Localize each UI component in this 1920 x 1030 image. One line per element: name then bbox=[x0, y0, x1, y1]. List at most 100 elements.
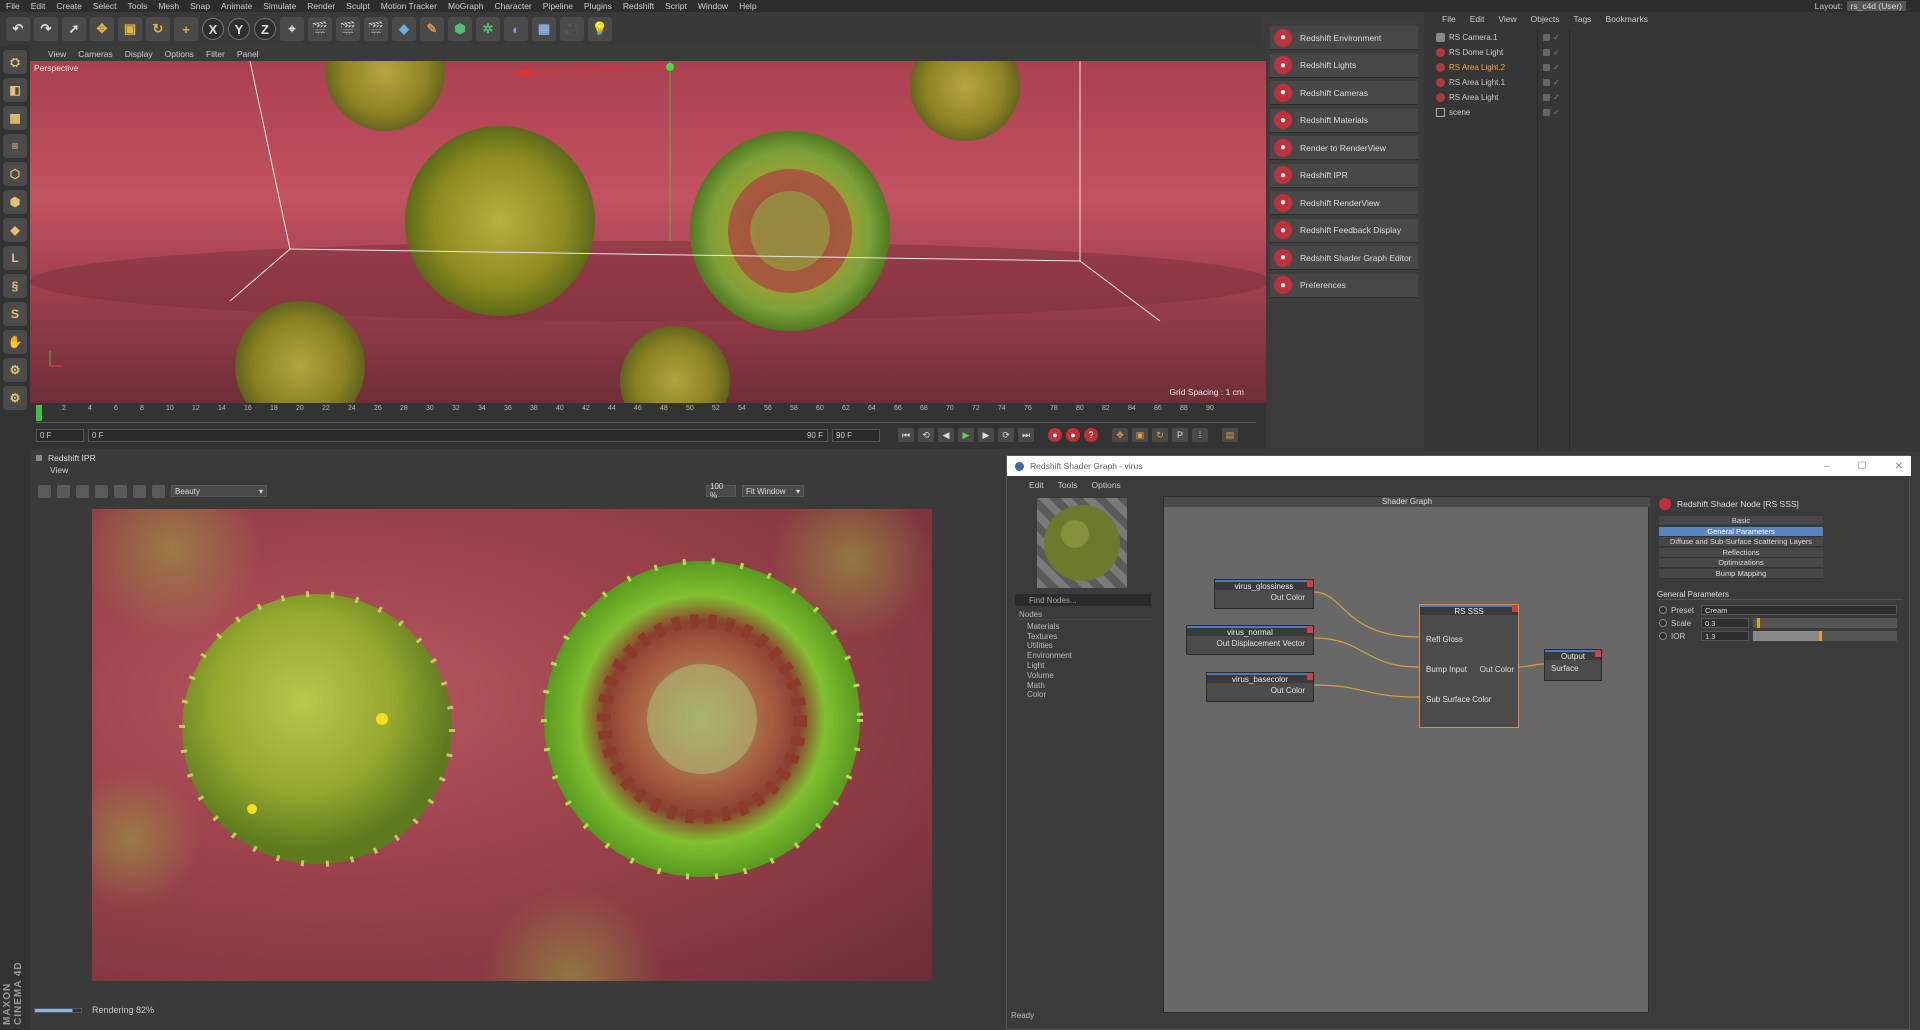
key-scale-icon[interactable]: ▣ bbox=[1132, 428, 1148, 442]
z-axis-icon[interactable]: Z bbox=[254, 18, 276, 40]
camera-icon[interactable]: 🎥 bbox=[560, 17, 584, 41]
tweak-mode-icon[interactable]: § bbox=[3, 274, 27, 298]
object-row[interactable]: RS Area Light bbox=[1428, 90, 1537, 105]
node-category-materials[interactable]: Materials bbox=[1015, 622, 1151, 632]
visibility-icon[interactable] bbox=[1543, 94, 1550, 101]
keyframe-selection-icon[interactable]: ? bbox=[1084, 428, 1098, 442]
menu-script[interactable]: Script bbox=[665, 1, 687, 11]
key-parameter-icon[interactable]: P bbox=[1172, 428, 1188, 442]
snapshot-icon[interactable] bbox=[95, 484, 108, 498]
enabled-check-icon[interactable]: ✓ bbox=[1553, 93, 1560, 102]
scale-radio[interactable] bbox=[1659, 619, 1667, 627]
redshift-menu-item[interactable]: ● Redshift Lights bbox=[1270, 53, 1418, 78]
menu-window[interactable]: Window bbox=[698, 1, 728, 11]
menu-edit[interactable]: Edit bbox=[31, 1, 46, 11]
key-position-icon[interactable]: ✥ bbox=[1112, 428, 1128, 442]
menu-help[interactable]: Help bbox=[739, 1, 756, 11]
subdivision-icon[interactable]: ⬢ bbox=[448, 17, 472, 41]
ior-field[interactable]: 1.3 bbox=[1701, 631, 1749, 641]
redo-icon[interactable]: ↷ bbox=[34, 17, 58, 41]
sculpt-icon[interactable]: ✋ bbox=[3, 330, 27, 354]
playhead[interactable] bbox=[36, 405, 42, 421]
node-category-environment[interactable]: Environment bbox=[1015, 651, 1151, 661]
viewport-menu-cameras[interactable]: Cameras bbox=[78, 49, 112, 59]
port-out-displacement[interactable]: Out Displacement Vector bbox=[1217, 639, 1305, 648]
visibility-icon[interactable] bbox=[1543, 49, 1550, 56]
find-nodes-input[interactable]: Find Nodes... bbox=[1015, 594, 1151, 606]
enabled-check-icon[interactable]: ✓ bbox=[1553, 108, 1560, 117]
record-icon[interactable]: ● bbox=[1048, 428, 1062, 442]
shader-graph-canvas[interactable]: Shader Graph virus_glossiness Out Color … bbox=[1163, 496, 1650, 1013]
port-bump-input[interactable]: Bump Input bbox=[1426, 665, 1467, 674]
scale-slider[interactable] bbox=[1753, 618, 1897, 628]
object-menu-edit[interactable]: Edit bbox=[1470, 14, 1485, 24]
lock-icon[interactable] bbox=[76, 484, 89, 498]
viewport-menu-options[interactable]: Options bbox=[165, 49, 194, 59]
menu-character[interactable]: Character bbox=[494, 1, 531, 11]
viewport-menu-panel[interactable]: Panel bbox=[237, 49, 259, 59]
deformer-icon[interactable]: ◐ bbox=[504, 17, 528, 41]
select-arrow-icon[interactable]: ➚ bbox=[62, 17, 86, 41]
make-editable-icon[interactable]: ⛭ bbox=[3, 50, 27, 74]
floor-icon[interactable]: ▦ bbox=[532, 17, 556, 41]
render-region-icon[interactable]: ⚙ bbox=[3, 386, 27, 410]
frame-range-slider[interactable]: 0 F 90 F bbox=[88, 428, 828, 442]
timeline-ruler[interactable]: 0246810121416182022242628303234363840424… bbox=[36, 405, 1256, 423]
render-view-icon[interactable]: 🎬 bbox=[308, 17, 332, 41]
enabled-check-icon[interactable]: ✓ bbox=[1553, 33, 1560, 42]
refresh-icon[interactable] bbox=[57, 484, 70, 498]
scale-slider-knob[interactable] bbox=[1757, 618, 1760, 628]
end-frame-field[interactable]: 90 F bbox=[832, 428, 880, 442]
menu-tools[interactable]: Tools bbox=[128, 1, 148, 11]
zoom-dropdown[interactable]: 100 % bbox=[706, 482, 736, 500]
aov-dropdown[interactable]: Beauty ▾ bbox=[171, 485, 267, 497]
edges-mode-icon[interactable]: ⬢ bbox=[3, 190, 27, 214]
undo-icon[interactable]: ↶ bbox=[6, 17, 30, 41]
enabled-check-icon[interactable]: ✓ bbox=[1553, 48, 1560, 57]
node-virus-normal[interactable]: virus_normal Out Displacement Vector bbox=[1186, 625, 1314, 655]
redshift-menu-item[interactable]: ● Redshift Cameras bbox=[1270, 81, 1418, 105]
workplane-icon[interactable]: ≡ bbox=[3, 134, 27, 158]
object-row[interactable]: RS Camera.1 bbox=[1428, 30, 1537, 45]
x-axis-icon[interactable]: X bbox=[202, 18, 224, 40]
property-tab[interactable]: Diffuse and Sub-Surface Scattering Layer… bbox=[1659, 537, 1823, 547]
key-pla-icon[interactable]: ⁞ bbox=[1192, 428, 1208, 442]
prev-frame-icon[interactable]: ◀ bbox=[938, 428, 954, 442]
property-tab[interactable]: General Parameters bbox=[1659, 526, 1823, 537]
visibility-icon[interactable] bbox=[1543, 64, 1550, 71]
cloner-icon[interactable]: ✲ bbox=[476, 17, 500, 41]
minimize-icon[interactable]: – bbox=[1824, 461, 1830, 472]
move-icon[interactable]: ✥ bbox=[90, 17, 114, 41]
node-category-light[interactable]: Light bbox=[1015, 661, 1151, 671]
property-tab[interactable]: Basic bbox=[1659, 516, 1823, 526]
port-out-color[interactable]: Out Color bbox=[1271, 593, 1305, 602]
redshift-menu-item[interactable]: ● Redshift IPR bbox=[1270, 163, 1418, 188]
property-tab[interactable]: Optimizations bbox=[1659, 558, 1823, 568]
play-icon[interactable]: ▶ bbox=[958, 428, 974, 442]
property-tab[interactable]: Reflections bbox=[1659, 547, 1823, 558]
port-out-color[interactable]: Out Color bbox=[1480, 665, 1514, 674]
close-icon[interactable]: ✕ bbox=[1895, 461, 1903, 472]
object-menu-bookmarks[interactable]: Bookmarks bbox=[1605, 14, 1648, 24]
polygons-mode-icon[interactable]: ◆ bbox=[3, 218, 27, 242]
viewport-menu-filter[interactable]: Filter bbox=[206, 49, 225, 59]
object-menu-file[interactable]: File bbox=[1442, 14, 1456, 24]
menu-file[interactable]: File bbox=[6, 1, 20, 11]
render-picture-viewer-icon[interactable]: 🎬 bbox=[336, 17, 360, 41]
start-frame-field[interactable]: 0 F bbox=[36, 428, 84, 442]
menu-plugins[interactable]: Plugins bbox=[584, 1, 612, 11]
object-row[interactable]: scene bbox=[1428, 105, 1537, 120]
prev-key-icon[interactable]: ⟲ bbox=[918, 428, 934, 442]
light-bulb-icon[interactable]: 💡 bbox=[588, 17, 612, 41]
y-axis-icon[interactable]: Y bbox=[228, 18, 250, 40]
add-icon[interactable]: + bbox=[174, 17, 198, 41]
ior-radio[interactable] bbox=[1659, 632, 1667, 640]
snap-icon[interactable]: S bbox=[3, 302, 27, 326]
axis-mode-icon[interactable]: L bbox=[3, 246, 27, 270]
visibility-icon[interactable] bbox=[1543, 109, 1550, 116]
model-mode-icon[interactable]: ◧ bbox=[3, 78, 27, 102]
menu-render[interactable]: Render bbox=[307, 1, 335, 11]
next-key-icon[interactable]: ⟳ bbox=[998, 428, 1014, 442]
enabled-check-icon[interactable]: ✓ bbox=[1553, 63, 1560, 72]
visibility-icon[interactable] bbox=[1543, 79, 1550, 86]
